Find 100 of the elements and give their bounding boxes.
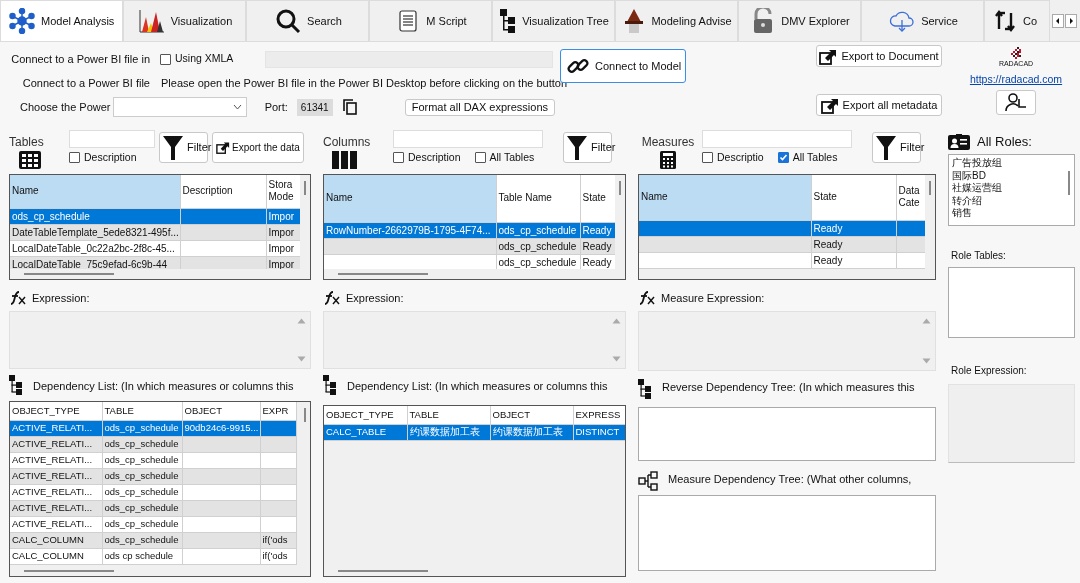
- export-icon: [819, 47, 838, 65]
- export-icon: [820, 96, 839, 114]
- role-item[interactable]: 国际BD: [952, 169, 1071, 183]
- table-row[interactable]: ACTIVE_RELATI... ods_cp_schedule: [10, 468, 296, 484]
- port-value: 61341: [296, 98, 333, 116]
- filter-icon: [567, 134, 587, 161]
- tab[interactable]: Visualization: [123, 0, 246, 41]
- column-header[interactable]: OBJECT_TYPE: [10, 402, 102, 420]
- column-header[interactable]: OBJECT: [490, 406, 573, 424]
- tab[interactable]: M Script: [369, 0, 492, 41]
- checkbox[interactable]: [702, 152, 713, 164]
- checkbox[interactable]: [393, 152, 404, 164]
- dependency-label: Dependency List: (In which measures or columns this: [347, 379, 608, 394]
- table-row[interactable]: ods_cp_schedule Impor: [10, 208, 302, 224]
- roles-list[interactable]: 广告投放组 国际BD 社媒运营组 转介绍 销售: [948, 154, 1075, 226]
- expression-label: Expression:: [32, 290, 90, 306]
- scroll-right-icon[interactable]: [1065, 13, 1077, 28]
- checkbox[interactable]: [777, 152, 789, 164]
- role-tables-box[interactable]: [948, 267, 1075, 338]
- search-field[interactable]: [69, 130, 155, 148]
- copy-icon[interactable]: [342, 99, 357, 115]
- scroll-up-icon[interactable]: [297, 318, 306, 324]
- list-scrollbar[interactable]: [1068, 171, 1070, 195]
- tab[interactable]: DMV Explorer: [738, 0, 861, 41]
- expression-box[interactable]: [9, 311, 311, 369]
- export-icon: [216, 141, 230, 154]
- function-icon: [638, 291, 656, 305]
- role-item[interactable]: 广告投放组: [952, 157, 1071, 170]
- table-row[interactable]: ACTIVE_RELATI... ods_cp_schedule: [10, 500, 296, 516]
- column-header[interactable]: TABLE: [407, 406, 490, 424]
- wizard-hat-icon: [623, 8, 646, 34]
- table-row[interactable]: ACTIVE_RELATI... ods_cp_schedule: [10, 484, 296, 500]
- expression-box[interactable]: [638, 311, 936, 371]
- user-button[interactable]: [996, 89, 1036, 115]
- column-header[interactable]: Data Cate: [896, 175, 926, 220]
- checkbox[interactable]: [474, 152, 486, 164]
- column-header[interactable]: OBJECT: [182, 402, 260, 420]
- search-field[interactable]: [702, 130, 852, 148]
- table-row[interactable]: CALC_TABLE 约课数据加工表 约课数据加工表 DISTINCT: [324, 424, 625, 440]
- file-dropdown[interactable]: [113, 97, 247, 117]
- scroll-up-icon[interactable]: [922, 318, 931, 324]
- scroll-down-icon[interactable]: [922, 358, 931, 364]
- checkbox-label: Descriptio: [717, 150, 764, 165]
- table-row[interactable]: ACTIVE_RELATI... ods_cp_schedule 90db24c6-9915...: [10, 420, 296, 436]
- role-item[interactable]: 转介绍: [952, 194, 1071, 208]
- checkbox[interactable]: [69, 152, 80, 164]
- table-row[interactable]: ACTIVE_RELATI... ods_cp_schedule: [10, 516, 296, 532]
- table-row[interactable]: LocalDateTable_0c22a2bc-2f8c-45... Impor: [10, 240, 302, 256]
- tab[interactable]: Model Analysis: [0, 0, 123, 41]
- table-row[interactable]: RowNumber-2662979B-1795-4F74... ods_cp_schedule Ready: [324, 222, 618, 238]
- role-item[interactable]: 社媒运营组: [952, 182, 1071, 195]
- column-header[interactable]: EXPRESS: [573, 406, 625, 424]
- tab[interactable]: Service: [861, 0, 984, 41]
- function-icon: [9, 291, 27, 305]
- column-header[interactable]: Name: [10, 175, 180, 208]
- dropdown-caret-icon: [232, 104, 242, 110]
- dependency-tree-icon: [323, 375, 337, 395]
- scroll-down-icon[interactable]: [297, 356, 306, 362]
- scroll-down-icon[interactable]: [612, 356, 621, 362]
- function-icon: [323, 291, 341, 305]
- field-label: Connect to a Power BI file: [21, 75, 150, 91]
- export-metadata-button[interactable]: Export all metadata: [816, 94, 942, 116]
- column-header[interactable]: TABLE: [102, 402, 182, 420]
- column-header[interactable]: OBJECT_TYPE: [324, 406, 407, 424]
- table-row[interactable]: CALC_COLUMN ods_cp_schedule if('ods: [10, 532, 296, 548]
- column-header[interactable]: Name: [324, 175, 496, 222]
- column-header[interactable]: State: [811, 175, 896, 220]
- expression-box[interactable]: [323, 311, 626, 369]
- section-label: Tables: [9, 136, 44, 148]
- export-document-button[interactable]: Export to Document: [816, 45, 942, 67]
- reverse-tree-box[interactable]: [638, 407, 936, 461]
- export-button[interactable]: Export the data: [212, 132, 304, 163]
- website-link[interactable]: https://radacad.com: [969, 72, 1063, 88]
- table-row[interactable]: CALC_COLUMN ods cp schedule if('ods: [10, 548, 296, 564]
- tab[interactable]: Co: [984, 0, 1050, 41]
- role-item[interactable]: 销售: [952, 207, 1071, 220]
- tab[interactable]: Visualization Tree: [492, 0, 615, 41]
- section-label: Columns: [323, 136, 371, 148]
- role-expression-label: Role Expression:: [951, 364, 1028, 378]
- format-button[interactable]: Format all DAX expressions: [404, 98, 555, 116]
- tab[interactable]: Search: [246, 0, 369, 41]
- filter-icon: [163, 134, 183, 161]
- table-row[interactable]: ACTIVE_RELATI... ods_cp_schedule: [10, 452, 296, 468]
- table-row[interactable]: ACTIVE_RELATI... ods_cp_schedule: [10, 436, 296, 452]
- search-icon: [275, 8, 302, 34]
- column-header[interactable]: Description: [180, 175, 266, 208]
- table-row[interactable]: DateTableTemplate_5ede8321-495f... Impor: [10, 224, 302, 240]
- checkbox[interactable]: [160, 53, 171, 65]
- swap-arrows-icon: [993, 9, 1017, 33]
- column-header[interactable]: Name: [639, 175, 811, 220]
- scroll-up-icon[interactable]: [612, 318, 621, 324]
- column-header[interactable]: Table Name: [496, 175, 580, 222]
- measure-tree-box[interactable]: [638, 495, 936, 571]
- checkbox-label: Using XMLA: [175, 51, 234, 67]
- search-field[interactable]: [393, 130, 543, 148]
- column-header[interactable]: EXPR: [260, 402, 296, 420]
- connect-button[interactable]: Connect to Model: [560, 49, 686, 83]
- scroll-left-icon[interactable]: [1052, 13, 1064, 28]
- tab[interactable]: Modeling Advise: [615, 0, 738, 41]
- hierarchy-icon: [638, 471, 658, 491]
